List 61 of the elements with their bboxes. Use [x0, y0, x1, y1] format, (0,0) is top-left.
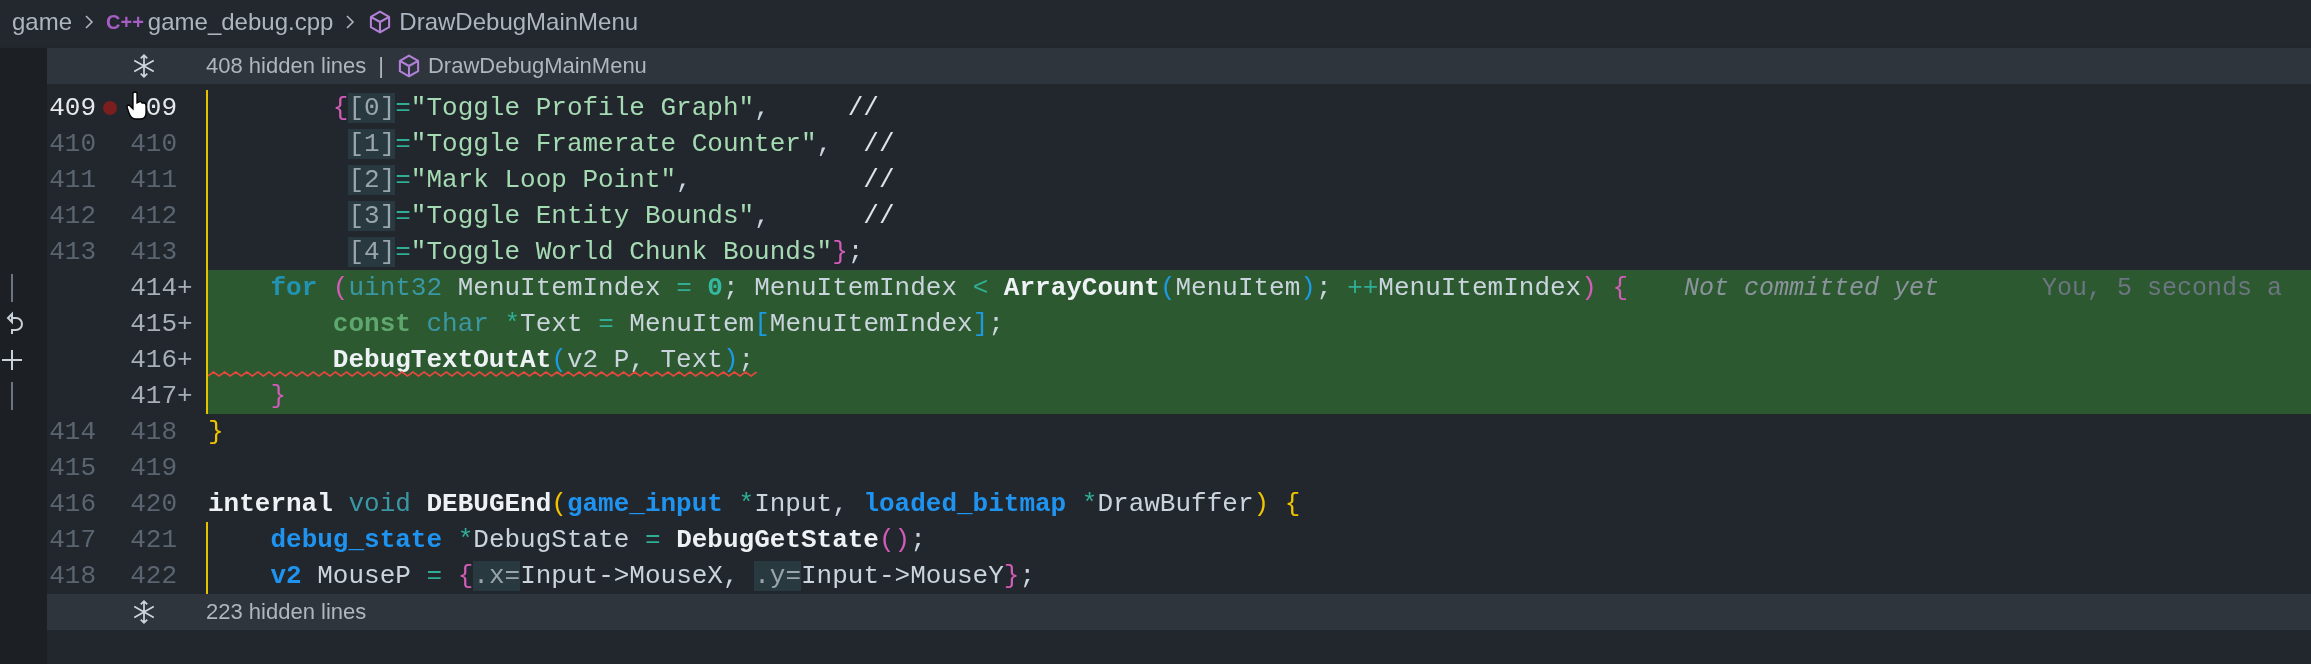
line-number: 414: [48, 417, 96, 447]
code-line: [4]="Toggle World Chunk Bounds"};: [347, 237, 864, 267]
line-number: 418: [48, 561, 96, 591]
code-line: }: [208, 417, 224, 447]
unfold-icon[interactable]: [131, 53, 157, 79]
blame-annotation: Not committed yet: [1684, 273, 1940, 303]
folded-region-bar[interactable]: 223 hidden lines: [47, 594, 2311, 630]
line-number: 411: [130, 165, 177, 195]
unfold-icon[interactable]: [131, 599, 157, 625]
added-marker: +: [177, 273, 194, 303]
line-number: 413: [48, 237, 96, 267]
hand-cursor-icon: [126, 91, 148, 121]
folded-region-bar[interactable]: 408 hidden lines | DrawDebugMainMenu: [47, 48, 2311, 84]
code-line: v2 MouseP = {.x=Input->MouseX, .y=Input->MouseY};: [269, 561, 1036, 591]
breadcrumb-item[interactable]: game_debug.cpp: [147, 8, 334, 36]
added-marker: +: [177, 381, 194, 411]
breakpoint-dot[interactable]: [103, 101, 117, 115]
line-number: 422: [130, 561, 177, 591]
line-number: 410: [48, 129, 96, 159]
hidden-lines-label: 408 hidden lines: [206, 53, 367, 79]
stage-icon[interactable]: [1, 349, 23, 371]
line-number: 412: [48, 201, 96, 231]
line-number: 420: [130, 489, 177, 519]
line-number: 412: [130, 201, 177, 231]
code-line: [3]="Toggle Entity Bounds", //: [347, 201, 895, 231]
separator: |: [378, 53, 384, 79]
breadcrumb-item[interactable]: game: [12, 8, 73, 36]
line-number: 413: [130, 237, 177, 267]
line-number: 09: [145, 93, 177, 123]
code-line: DebugTextOutAt(v2 P, Text);: [331, 345, 755, 375]
hidden-lines-label: 223 hidden lines: [206, 599, 367, 625]
line-number: 415: [130, 309, 177, 339]
breadcrumb-item[interactable]: DrawDebugMainMenu: [399, 8, 639, 36]
added-marker: +: [177, 309, 194, 339]
code-line: internal void DEBUGEnd(game_input *Input, loaded_bitmap *DrawBuffer) {: [208, 489, 1301, 519]
cpp-file-icon: C++: [106, 10, 144, 34]
line-number: 418: [130, 417, 177, 447]
symbol-name: DrawDebugMainMenu: [427, 53, 647, 79]
divider-line: [11, 381, 13, 411]
line-number: 410: [130, 129, 177, 159]
line-number: 414: [130, 273, 177, 303]
line-number: 409: [48, 93, 96, 123]
code-line: {[0]="Toggle Profile Graph", //: [331, 93, 879, 123]
line-number: 419: [130, 453, 177, 483]
line-number: 415: [48, 453, 96, 483]
code-line: for (uint32 MenuItemIndex = 0; MenuItemIndex < ArrayCount(MenuItem); ++MenuItemIndex) {: [269, 273, 1628, 303]
line-number: 421: [130, 525, 177, 555]
blame-annotation: You, 5 seconds a: [2042, 273, 2283, 303]
code-line: debug_state *DebugState = DebugGetState();: [269, 525, 926, 555]
line-number: 416: [130, 345, 177, 375]
line-number: 417: [130, 381, 177, 411]
code-line: [2]="Mark Loop Point", //: [347, 165, 895, 195]
line-number: 416: [48, 489, 96, 519]
code-line: }: [269, 381, 287, 411]
revert-icon[interactable]: [7, 313, 23, 335]
added-marker: +: [177, 345, 194, 375]
divider-line: [11, 273, 13, 303]
code-line: const char *Text = MenuItem[MenuItemIndex];: [331, 309, 1004, 339]
line-number: 411: [48, 165, 96, 195]
code-line: [1]="Toggle Framerate Counter", //: [347, 129, 895, 159]
line-number: 417: [48, 525, 96, 555]
